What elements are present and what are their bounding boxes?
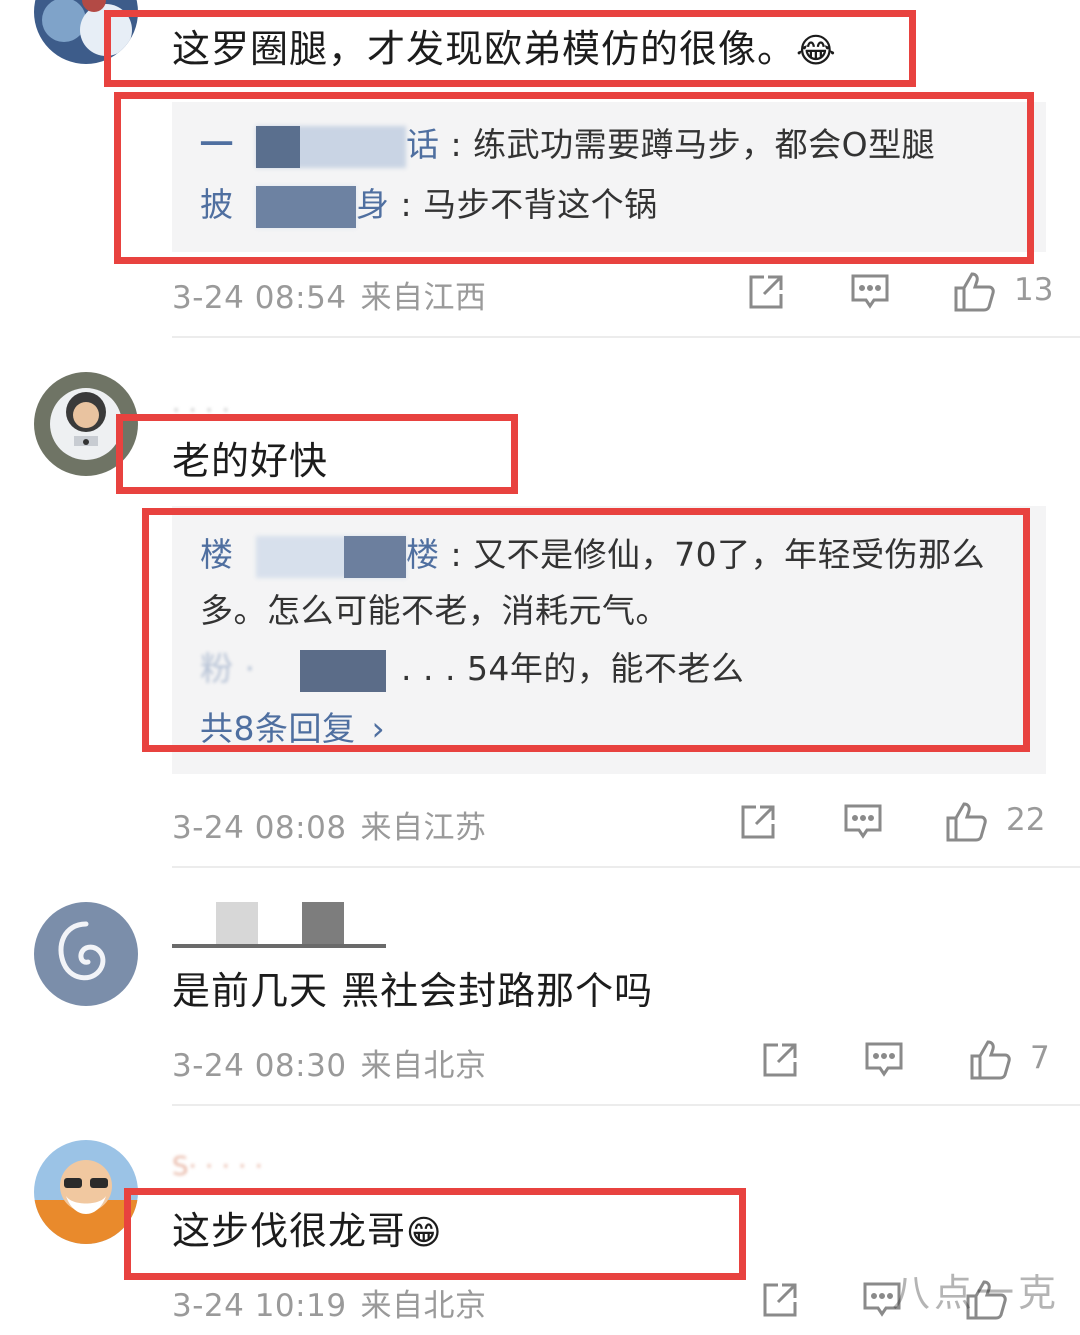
comment-meta: 3-24 08:08 来自江苏 (172, 802, 487, 847)
comment-text: 是前几天 黑社会封路那个吗 (172, 969, 654, 1013)
comment-text: 这步伐很龙哥😁 (172, 1209, 443, 1253)
comment-text: 老的好快 (172, 439, 329, 483)
share-icon[interactable] (760, 1040, 800, 1084)
like-icon[interactable] (944, 800, 988, 848)
comment-icon[interactable] (843, 802, 883, 846)
reply-item[interactable]: 粉 · . . . 54年的，能不老么 (200, 642, 744, 692)
timestamp: 3-24 08:08 (172, 810, 347, 846)
location: 来自江苏 (360, 810, 487, 846)
share-icon[interactable] (746, 272, 786, 316)
grinning-emoji-icon: 😁 (406, 1213, 443, 1253)
reply-author[interactable]: 粉 · (200, 649, 397, 692)
comment-meta: 3-24 08:30 来自北京 (172, 1040, 487, 1085)
avatar[interactable] (34, 1140, 138, 1244)
reply-author[interactable]: 楼楼 (200, 535, 451, 578)
location: 来自北京 (360, 1288, 487, 1324)
reply-item[interactable]: 一话 : 练武功需要蹲马步，都会O型腿 (200, 118, 935, 168)
reply-author[interactable]: 一话 (200, 125, 451, 168)
watermark: 八点一克 (891, 1271, 1060, 1315)
divider (172, 866, 1080, 868)
comment-meta: 3-24 08:54 来自江西 (172, 272, 487, 317)
reply-text: : 又不是修仙，70了，年轻受伤那么 (450, 535, 986, 574)
like-icon[interactable] (952, 270, 996, 318)
reply-author[interactable]: 披身 (200, 185, 401, 228)
username[interactable] (172, 902, 432, 948)
reply-text: : 马步不背这个锅 (400, 185, 658, 224)
timestamp: 3-24 08:30 (172, 1048, 347, 1084)
share-icon[interactable] (760, 1280, 800, 1324)
location: 来自北京 (360, 1048, 487, 1084)
reply-text: . . . 54年的，能不老么 (401, 649, 745, 688)
more-replies-link[interactable]: 共8条回复 › (200, 702, 385, 750)
share-icon[interactable] (738, 802, 778, 846)
divider (172, 336, 1080, 338)
comment-icon[interactable] (864, 1040, 904, 1084)
avatar[interactable] (34, 372, 138, 476)
location: 来自江西 (360, 280, 487, 316)
comment-text: 这罗圈腿，才发现欧弟模仿的很像。😂 (172, 27, 837, 71)
divider (172, 1104, 1080, 1106)
like-count: 13 (1014, 272, 1054, 308)
comment-meta: 3-24 10:19 来自北京 (172, 1280, 487, 1325)
chevron-right-icon: › (371, 709, 386, 748)
reply-item[interactable]: 披身 : 马步不背这个锅 (200, 178, 658, 228)
timestamp: 3-24 08:54 (172, 280, 347, 316)
like-count: 7 (1030, 1040, 1050, 1076)
like-count: 22 (1006, 802, 1046, 838)
reply-text: : 练武功需要蹲马步，都会O型腿 (450, 125, 936, 164)
laughing-emoji-icon: 😂 (796, 31, 837, 71)
timestamp: 3-24 10:19 (172, 1288, 347, 1324)
reply-item[interactable]: 楼楼 : 又不是修仙，70了，年轻受伤那么 (200, 528, 985, 578)
avatar[interactable] (34, 0, 138, 64)
like-icon[interactable] (968, 1038, 1012, 1086)
avatar[interactable] (34, 902, 138, 1006)
comment-icon[interactable] (850, 272, 890, 316)
reply-text: 多。怎么可能不老，消耗元气。 (200, 591, 669, 630)
username[interactable]: S· · · · · (172, 1152, 263, 1182)
username[interactable]: · · · · (172, 396, 230, 426)
